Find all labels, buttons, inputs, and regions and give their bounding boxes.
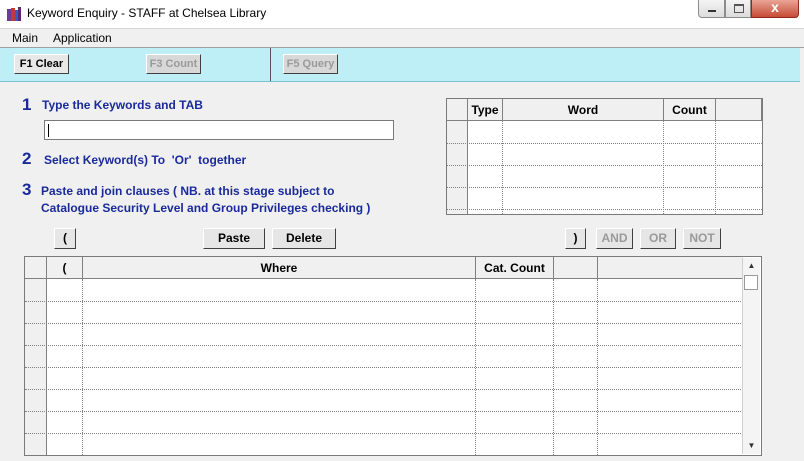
- open-paren-button[interactable]: (: [54, 228, 76, 249]
- column-header-where[interactable]: Where: [83, 257, 476, 279]
- query-button[interactable]: F5 Query: [283, 54, 338, 74]
- close-button[interactable]: x: [751, 0, 799, 18]
- step-3-text-continued: Catalogue Security Level and Group Privi…: [41, 201, 371, 215]
- clear-button[interactable]: F1 Clear: [14, 54, 69, 74]
- scroll-down-arrow-icon[interactable]: ▼: [743, 438, 760, 454]
- column-header-count[interactable]: Count: [664, 99, 716, 121]
- count-button[interactable]: F3 Count: [146, 54, 201, 74]
- step-3-text: Paste and join clauses ( NB. at this sta…: [41, 184, 335, 198]
- delete-button[interactable]: Delete: [272, 228, 336, 249]
- title-bar: Keyword Enquiry - STAFF at Chelsea Libra…: [0, 0, 804, 29]
- toolbar: F1 Clear F3 Count F5 Query: [0, 48, 800, 82]
- step-2-text: Select Keyword(s) To 'Or' together: [44, 153, 247, 167]
- column-header-paren[interactable]: (: [47, 257, 83, 279]
- step-1-number: 1: [22, 95, 32, 114]
- close-paren-button[interactable]: ): [565, 228, 586, 249]
- keyword-grid-corner: [447, 99, 468, 121]
- menu-bar: Main Application: [0, 29, 804, 48]
- column-header-type[interactable]: Type: [468, 99, 503, 121]
- menu-application[interactable]: Application: [53, 31, 112, 45]
- maximize-button[interactable]: [725, 0, 751, 18]
- keyword-grid[interactable]: Type Word Count: [446, 98, 763, 215]
- scroll-thumb[interactable]: [744, 275, 758, 290]
- keyword-row-headers: [447, 121, 468, 214]
- menu-main[interactable]: Main: [12, 31, 38, 45]
- column-header-blank: [716, 99, 762, 121]
- window-title: Keyword Enquiry - STAFF at Chelsea Libra…: [27, 6, 267, 20]
- or-button[interactable]: OR: [640, 228, 676, 249]
- and-button[interactable]: AND: [596, 228, 633, 249]
- not-button[interactable]: NOT: [683, 228, 721, 249]
- step-2-number: 2: [22, 149, 32, 168]
- column-header-extra: [554, 257, 598, 279]
- column-header-word[interactable]: Word: [503, 99, 664, 121]
- column-header-filler: [598, 257, 743, 279]
- where-grid-corner: [25, 257, 47, 279]
- step-1-text: Type the Keywords and TAB: [42, 98, 203, 112]
- minimize-button[interactable]: [698, 0, 725, 18]
- step-3-number: 3: [22, 180, 32, 199]
- library-app-icon: [7, 7, 21, 21]
- where-grid[interactable]: ( Where Cat. Count: [24, 256, 762, 456]
- close-icon: x: [771, 0, 779, 15]
- where-grid-scrollbar[interactable]: ▲ ▼: [742, 258, 760, 454]
- text-caret: [48, 124, 49, 137]
- paste-button[interactable]: Paste: [203, 228, 265, 249]
- scroll-up-arrow-icon[interactable]: ▲: [743, 258, 760, 274]
- toolbar-separator: [270, 48, 271, 81]
- keyword-input[interactable]: [44, 120, 394, 140]
- column-header-cat-count[interactable]: Cat. Count: [476, 257, 554, 279]
